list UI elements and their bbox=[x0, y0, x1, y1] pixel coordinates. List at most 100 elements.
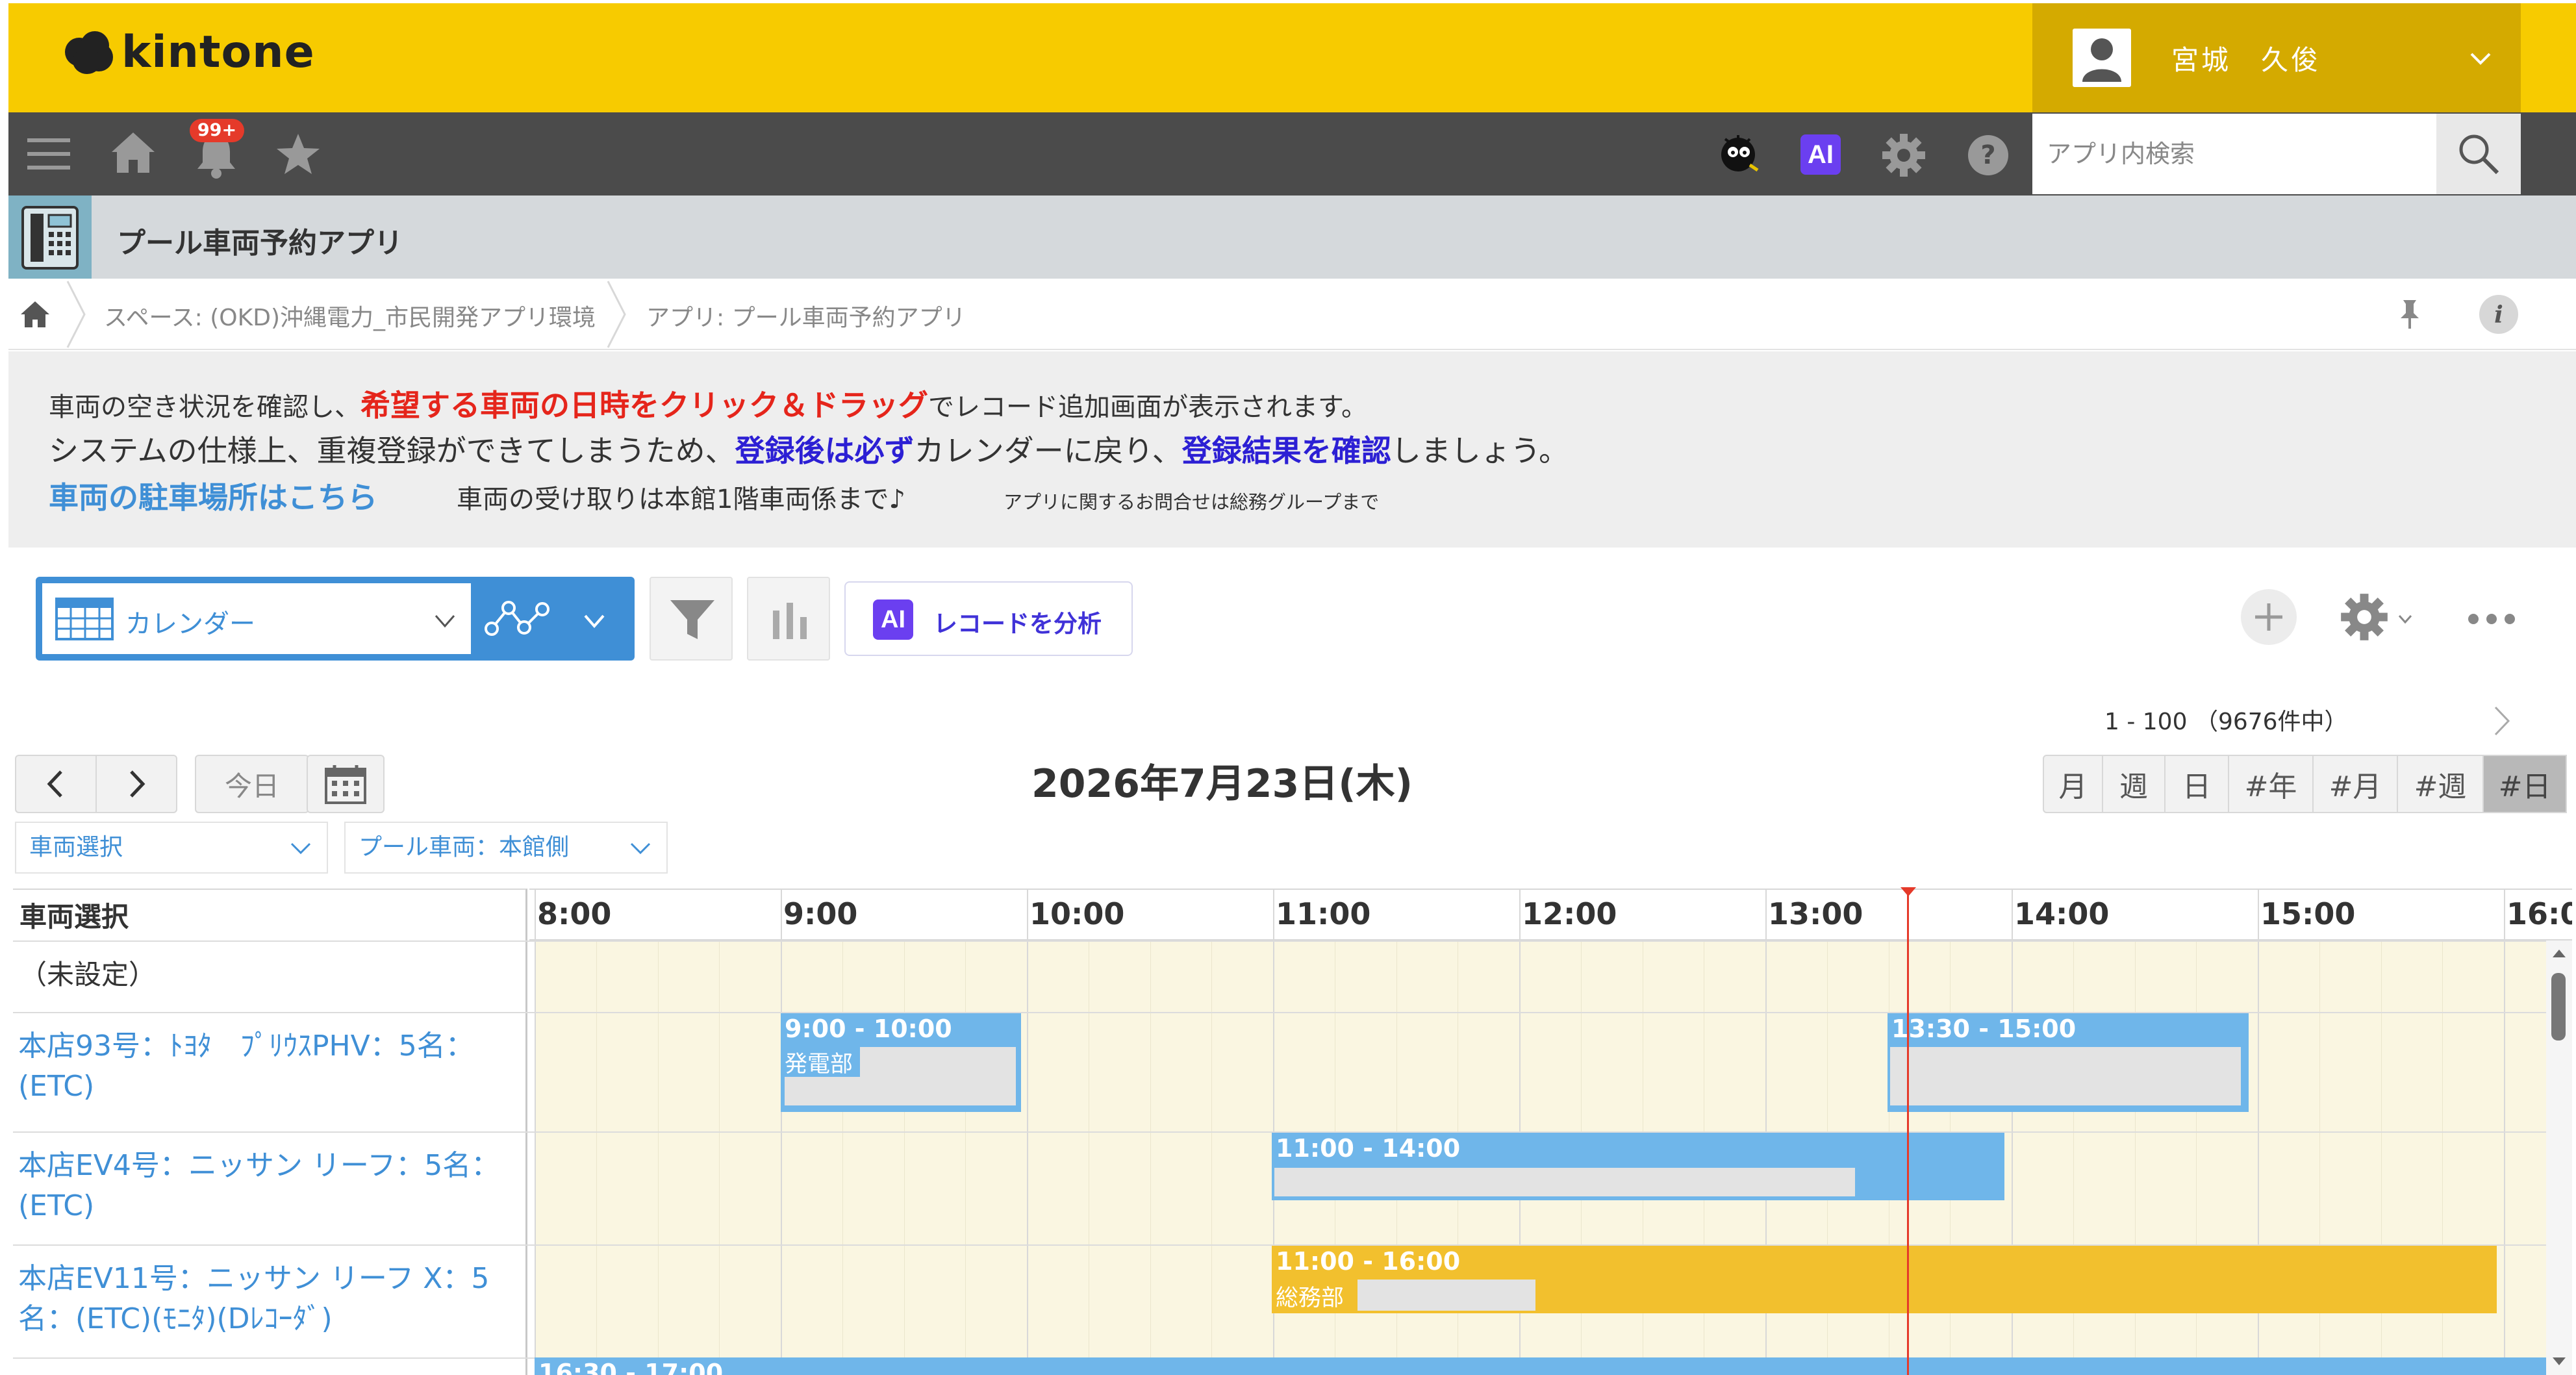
calendar-mode-button[interactable]: #月 bbox=[2312, 755, 2398, 813]
chevron-left-icon bbox=[47, 770, 62, 798]
hour-gridline bbox=[2504, 890, 2505, 939]
ai-icon: AI bbox=[873, 599, 913, 640]
breadcrumb-app-link[interactable]: アプリ: プール車両予約アプリ bbox=[646, 299, 966, 333]
event-block[interactable]: 11:00 - 14:00 bbox=[1272, 1133, 2004, 1200]
next-page-icon[interactable] bbox=[2492, 705, 2511, 737]
contact-note: アプリに関するお問合せは総務グループまで bbox=[1004, 491, 1380, 513]
analyze-records-label: レコードを分析 bbox=[933, 610, 1102, 638]
event-block[interactable]: 16:30 - 17:00 bbox=[535, 1357, 2546, 1375]
hour-gridline bbox=[1765, 890, 1767, 939]
vertical-scrollbar[interactable] bbox=[2546, 940, 2572, 1375]
calendar-mode-button[interactable]: 週 bbox=[2102, 755, 2166, 813]
vehicle-filter-dropdown[interactable]: 車両選択 bbox=[15, 822, 328, 874]
user-avatar-icon bbox=[2073, 29, 2131, 87]
view-label: カレンダー bbox=[125, 609, 255, 639]
quarter-gridline bbox=[1211, 940, 1213, 1375]
event-time: 16:30 - 17:00 bbox=[538, 1359, 724, 1375]
view-dropdown[interactable]: カレンダー bbox=[42, 583, 471, 654]
more-options-icon[interactable] bbox=[2467, 609, 2516, 629]
view-selector[interactable]: カレンダー bbox=[36, 577, 635, 661]
breadcrumb-home-icon[interactable] bbox=[19, 300, 51, 329]
svg-text:?: ? bbox=[1980, 140, 1995, 170]
row-divider bbox=[13, 940, 2546, 942]
resource-row-label[interactable]: 本店EV4号：ニッサン リーフ：5名： (ETC) bbox=[18, 1146, 499, 1226]
hour-gridline bbox=[2504, 940, 2505, 1375]
event-department: 総務部 bbox=[1276, 1285, 1345, 1311]
settings-gear-icon[interactable] bbox=[1881, 132, 1926, 178]
add-record-icon[interactable] bbox=[2240, 588, 2298, 646]
analyze-records-button[interactable]: AI レコードを分析 bbox=[844, 581, 1133, 656]
chevron-down-icon bbox=[630, 842, 651, 855]
chevron-down-icon bbox=[2470, 53, 2491, 65]
quarter-gridline bbox=[657, 940, 659, 1375]
vehicle-group-value: プール車両：本館側 bbox=[359, 834, 570, 861]
event-block[interactable]: 9:00 - 10:00 発電部 bbox=[781, 1013, 1021, 1112]
hour-gridline bbox=[2012, 890, 2013, 939]
event-time: 11:00 - 16:00 bbox=[1276, 1247, 1461, 1276]
prev-day-button[interactable] bbox=[15, 755, 97, 813]
vehicle-group-dropdown[interactable]: プール車両：本館側 bbox=[344, 822, 668, 874]
hour-gridline bbox=[535, 890, 536, 939]
logo-text: kintone bbox=[121, 26, 315, 78]
calendar-mode-button[interactable]: 月 bbox=[2043, 755, 2103, 813]
filter-button[interactable] bbox=[650, 577, 733, 661]
hour-label: 11:00 bbox=[1276, 896, 1371, 931]
scroll-thumb[interactable] bbox=[2551, 973, 2566, 1041]
home-icon[interactable] bbox=[109, 130, 157, 175]
calendar-mode-button[interactable]: 日 bbox=[2164, 755, 2229, 813]
hour-label: 12:00 bbox=[1522, 896, 1617, 931]
chevron-down-icon[interactable] bbox=[2395, 609, 2415, 629]
notice-line-2: システムの仕様上、重複登録ができてしまうため、登録後は必ずカレンダーに戻り、登録… bbox=[49, 433, 1569, 468]
parking-link[interactable]: 車両の駐車場所はこちら bbox=[49, 474, 377, 517]
quarter-gridline bbox=[842, 940, 843, 1375]
hour-gridline bbox=[1027, 940, 1028, 1375]
current-time-line bbox=[1907, 889, 1909, 1375]
app-settings-icon[interactable] bbox=[2338, 592, 2390, 642]
redacted-text bbox=[1274, 1168, 1855, 1196]
hamburger-menu-icon[interactable] bbox=[26, 134, 71, 173]
redacted-text bbox=[1890, 1047, 2241, 1105]
hour-gridline bbox=[535, 940, 536, 1375]
pin-icon[interactable] bbox=[2397, 297, 2423, 330]
calendar-mode-button[interactable]: #日 bbox=[2482, 755, 2567, 813]
ai-assistant-icon[interactable]: AI bbox=[1800, 134, 1841, 175]
today-button[interactable]: 今日 bbox=[195, 755, 309, 813]
chevron-down-icon bbox=[290, 842, 311, 855]
breadcrumb-space-link[interactable]: スペース: (OKD)沖縄電力_市民開発アプリ環境 bbox=[104, 299, 596, 333]
kintone-logo-icon bbox=[58, 26, 120, 78]
notice-line-1: 車両の空き状況を確認し、希望する車両の日時をクリック＆ドラッグでレコード追加画面… bbox=[49, 388, 1367, 423]
scroll-up-icon[interactable] bbox=[2551, 947, 2567, 960]
app-search-input[interactable] bbox=[2032, 114, 2435, 194]
info-icon[interactable]: i bbox=[2478, 294, 2519, 335]
graph-button[interactable] bbox=[747, 577, 830, 661]
mascot-icon[interactable] bbox=[1712, 129, 1764, 181]
current-time-marker bbox=[1900, 887, 1916, 896]
chevron-down-icon[interactable] bbox=[581, 608, 607, 634]
chevron-down-icon bbox=[435, 615, 455, 628]
resource-row-label[interactable]: 本店EV11号：ニッサン リーフ X：5 名：(ETC)(ﾓﾆﾀ)(Dﾚｺｰﾀﾞ… bbox=[18, 1259, 489, 1339]
user-menu[interactable]: 宮城 久俊 bbox=[2032, 3, 2521, 112]
scroll-down-icon[interactable] bbox=[2551, 1355, 2567, 1368]
calendar-mode-button[interactable]: #年 bbox=[2228, 755, 2314, 813]
hour-gridline bbox=[1273, 890, 1274, 939]
search-icon bbox=[2459, 134, 2499, 175]
app-search bbox=[2032, 114, 2521, 194]
calendar-mode-button[interactable]: #週 bbox=[2397, 755, 2484, 813]
next-day-button[interactable] bbox=[95, 755, 177, 813]
redacted-text bbox=[860, 1047, 1016, 1105]
event-block[interactable]: 13:30 - 15:00 bbox=[1888, 1013, 2249, 1112]
filter-icon bbox=[670, 600, 714, 639]
resource-row-label[interactable]: 本店93号：ﾄﾖﾀ ﾌﾟﾘｳｽPHV：5名： (ETC) bbox=[18, 1026, 474, 1107]
calendar-date-title: 2026年7月23日(木) bbox=[1031, 761, 1413, 807]
date-picker-button[interactable] bbox=[307, 755, 385, 813]
hour-label: 16:00 bbox=[2507, 896, 2572, 931]
graph-view-icon[interactable] bbox=[484, 595, 562, 642]
resource-row-unset: （未設定） bbox=[19, 959, 157, 990]
quarter-gridline bbox=[903, 940, 905, 1375]
search-button[interactable] bbox=[2436, 114, 2521, 194]
favorite-star-icon[interactable] bbox=[275, 132, 321, 175]
event-block[interactable]: 11:00 - 16:00 総務部 bbox=[1272, 1246, 2497, 1313]
resource-column-header: 車両選択 bbox=[19, 901, 129, 933]
help-icon[interactable]: ? bbox=[1967, 134, 2010, 177]
kintone-logo[interactable]: kintone bbox=[58, 26, 315, 78]
